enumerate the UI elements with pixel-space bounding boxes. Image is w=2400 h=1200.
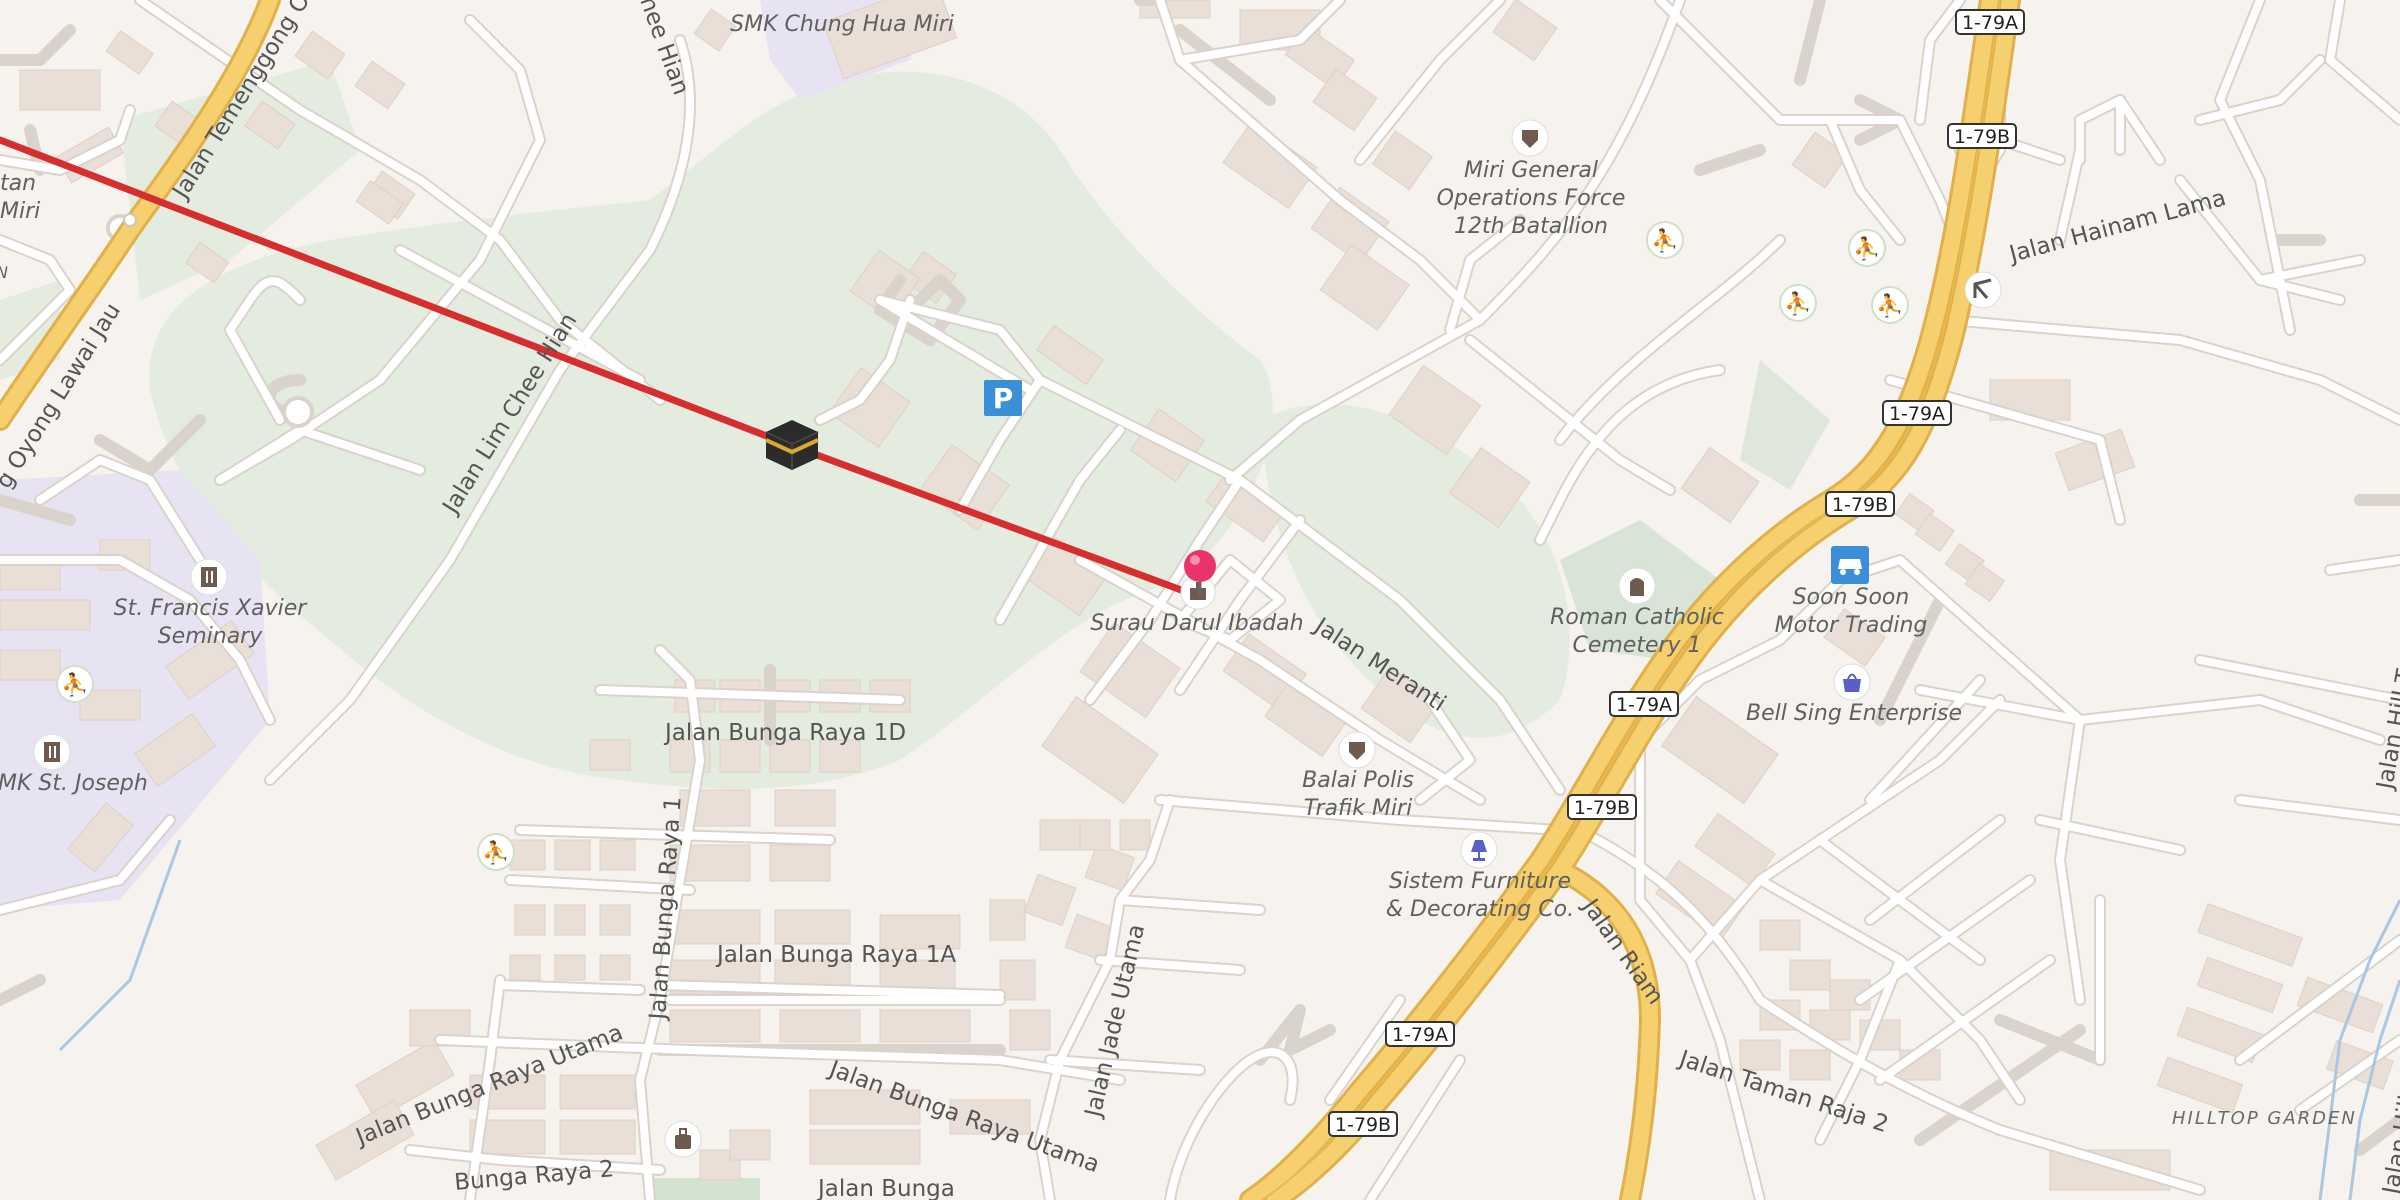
poi-label: Roman Catholic (1550, 605, 1724, 630)
neighbourhood-label: HILLTOP GARDEN (2172, 1108, 2357, 1129)
poi-label: Cemetery 1 (1572, 633, 1701, 658)
street-label: Jalan Bunga (816, 1176, 955, 1200)
green-area (650, 1178, 760, 1200)
street-label: Jalan Bunga Raya 1A (715, 942, 956, 968)
route-shield: 1-79B (1825, 491, 1895, 517)
parking-icon[interactable]: P (984, 380, 1022, 416)
poi-label: Trafik Miri (1304, 796, 1412, 821)
svg-text:1-79B: 1-79B (1574, 797, 1630, 819)
svg-text:P: P (993, 382, 1014, 415)
car-icon[interactable] (1831, 546, 1869, 584)
poi-label: Motor Trading (1775, 613, 1928, 638)
street-label: Jalan Hainam Lama (2005, 185, 2229, 268)
police-icon[interactable] (1511, 119, 1549, 157)
shopping-bag-icon[interactable] (1833, 663, 1871, 701)
poi-label: Balai Polis (1302, 768, 1414, 793)
poi-label: SMK Chung Hua Miri (730, 12, 954, 37)
poi-label: Seminary (158, 624, 264, 649)
svg-text:1-79A: 1-79A (1616, 694, 1672, 716)
cemetery-icon[interactable] (1618, 567, 1656, 605)
svg-text:1-79B: 1-79B (1954, 126, 2010, 148)
svg-text:1-79B: 1-79B (1335, 1114, 1391, 1136)
tram-icon (123, 213, 137, 227)
poi-label: tan (0, 171, 36, 196)
poi-label: MK St. Joseph (0, 771, 148, 796)
svg-text:⛹: ⛹ (1853, 235, 1880, 262)
route-shield: 1-79A (1609, 691, 1679, 717)
map-view[interactable]: 1-79A 1-79B 1-79A 1-79B 1-79A 1-79B 1-79… (0, 0, 2400, 1200)
sports-icon[interactable]: ⛹ (477, 833, 515, 871)
poi-label: N (0, 263, 8, 282)
poi-label: Surau Darul Ibadah (1090, 611, 1303, 636)
playground-icon[interactable] (1964, 271, 2002, 309)
luggage-icon[interactable] (664, 1120, 702, 1158)
poi-label: Soon Soon (1793, 585, 1910, 610)
poi-label: Miri General (1464, 158, 1598, 183)
svg-text:1-79A: 1-79A (1392, 1024, 1448, 1046)
svg-text:⛹: ⛹ (1876, 292, 1903, 319)
svg-text:⛹: ⛹ (1651, 227, 1678, 254)
svg-text:⛹: ⛹ (1784, 290, 1811, 317)
svg-text:1-79A: 1-79A (1962, 12, 2018, 34)
poi-label: Bell Sing Enterprise (1746, 701, 1962, 726)
route-shield: 1-79B (1328, 1111, 1398, 1137)
poi-label: & Decorating Co. (1386, 897, 1574, 922)
sports-icon[interactable]: ⛹ (1871, 286, 1909, 324)
route-shield: 1-79A (1955, 9, 2025, 35)
sports-icon[interactable]: ⛹ (1848, 229, 1886, 267)
map-canvas[interactable]: 1-79A 1-79B 1-79A 1-79B 1-79A 1-79B 1-79… (0, 0, 2400, 1200)
poi-label: Sistem Furniture (1389, 869, 1571, 894)
green-area (1740, 360, 1830, 490)
lamp-icon[interactable] (1460, 831, 1498, 869)
route-shield: 1-79B (1947, 123, 2017, 149)
sports-icon[interactable]: ⛹ (1779, 284, 1817, 322)
sports-icon[interactable]: ⛹ (1646, 221, 1684, 259)
street-label: Jalan Hill To (2372, 657, 2400, 793)
street-label: Jalan Bunga Raya 1D (663, 720, 906, 746)
route-shield: 1-79A (1882, 400, 1952, 426)
svg-text:⛹: ⛹ (482, 839, 509, 866)
svg-text:1-79B: 1-79B (1832, 494, 1888, 516)
school-icon[interactable] (190, 558, 228, 596)
poi-label: St. Francis Xavier (114, 596, 309, 621)
police-icon[interactable] (1338, 731, 1376, 769)
poi-label: Miri (0, 199, 40, 224)
route-shield: 1-79A (1385, 1021, 1455, 1047)
svg-text:⛹: ⛹ (61, 671, 88, 698)
poi-label: 12th Batallion (1454, 214, 1608, 239)
route-shield: 1-79B (1567, 794, 1637, 820)
school-icon[interactable] (33, 733, 71, 771)
sports-icon[interactable]: ⛹ (56, 665, 94, 703)
svg-text:1-79A: 1-79A (1889, 403, 1945, 425)
poi-label: Operations Force (1437, 186, 1626, 211)
